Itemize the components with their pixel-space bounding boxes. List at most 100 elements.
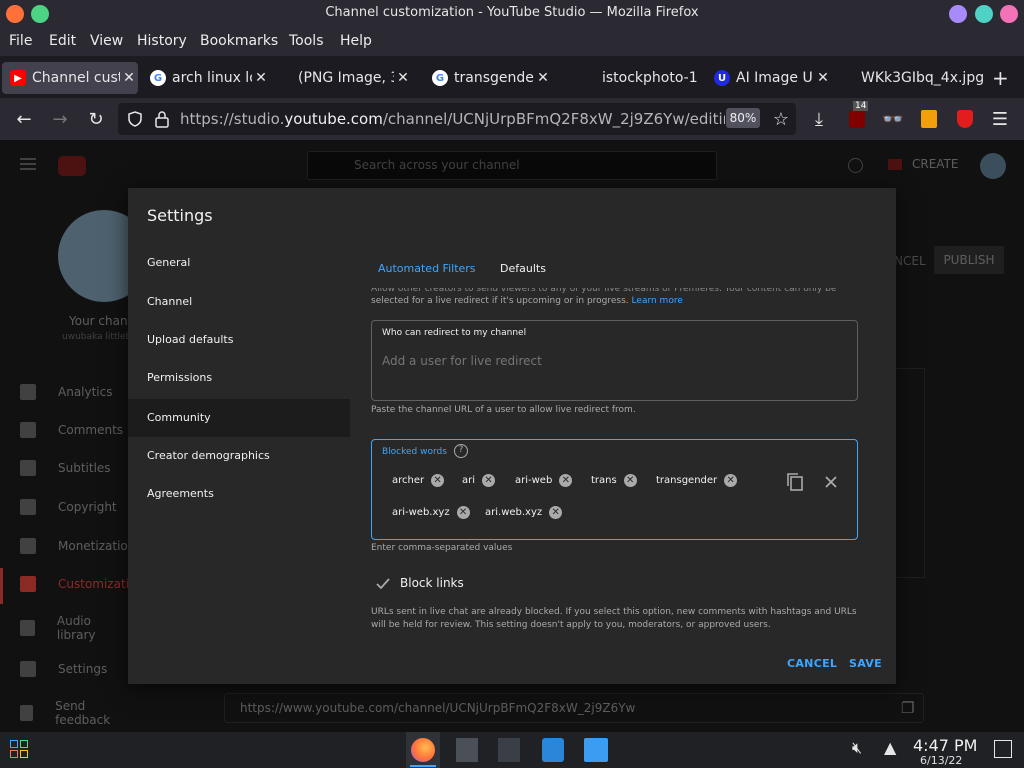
- blocked-words-label: Blocked words: [382, 447, 447, 457]
- active-app-indicator: [410, 765, 436, 767]
- settings-nav-general[interactable]: General: [128, 244, 350, 282]
- menu-tools[interactable]: Tools: [289, 33, 324, 49]
- menu-bar: File Edit View History Bookmarks Tools H…: [0, 28, 1024, 56]
- save-button[interactable]: SAVE: [849, 657, 882, 670]
- remove-chip-icon[interactable]: ✕: [482, 474, 496, 487]
- tab-close-icon[interactable]: ✕: [252, 70, 270, 86]
- app-launcher-icon[interactable]: [8, 738, 30, 760]
- copy-icon[interactable]: [786, 472, 804, 492]
- close-window-button[interactable]: [1000, 5, 1018, 23]
- downloads-icon[interactable]: ⤓: [807, 107, 831, 131]
- settings-content: Allow other creators to send viewers to …: [371, 288, 871, 633]
- block-links-checkbox[interactable]: [376, 578, 390, 590]
- settings-nav-creator-demographics[interactable]: Creator demographics: [128, 437, 350, 475]
- shield-icon[interactable]: [126, 110, 144, 128]
- tab-close-icon[interactable]: ✕: [120, 70, 138, 86]
- blocked-word-chip: ari.web.xyz ✕: [485, 506, 563, 519]
- tab-channel-customization[interactable]: ▶ Channel custo ✕: [2, 62, 138, 94]
- remove-chip-icon[interactable]: ✕: [724, 474, 738, 487]
- taskbar: 🔇︎ ▲ 4:47 PM 6/13/22: [0, 732, 1024, 768]
- volume-muted-icon[interactable]: 🔇︎: [852, 738, 878, 762]
- block-links-description: URLs sent in live chat are already block…: [371, 607, 857, 630]
- redirect-field[interactable]: Who can redirect to my channel: [371, 320, 858, 401]
- terminal-taskbar-icon[interactable]: [456, 738, 478, 762]
- tab-close-icon[interactable]: ✕: [814, 70, 832, 86]
- redirect-description: selected for a live redirect if it's upc…: [371, 296, 683, 306]
- clock-date[interactable]: 6/13/22: [920, 754, 962, 767]
- tab-ai-image-upscaler[interactable]: U AI Image Ups ✕: [706, 62, 832, 94]
- settings-title: Settings: [147, 206, 213, 225]
- notes-extension-icon[interactable]: [917, 107, 941, 131]
- store-taskbar-icon[interactable]: [542, 738, 564, 762]
- remove-chip-icon[interactable]: ✕: [559, 474, 573, 487]
- blocked-word-chip: trans ✕: [591, 474, 637, 487]
- hamburger-menu-icon[interactable]: ☰: [988, 107, 1012, 131]
- window-title: Channel customization - YouTube Studio —…: [325, 5, 699, 20]
- blocked-word-chip: ari-web ✕: [515, 474, 573, 487]
- help-icon[interactable]: ?: [454, 444, 468, 458]
- redirect-input[interactable]: [382, 354, 842, 368]
- settings-nav-community[interactable]: Community: [128, 399, 350, 437]
- tab-close-icon[interactable]: ✕: [534, 70, 552, 86]
- settings-nav-permissions[interactable]: Permissions: [128, 359, 350, 397]
- cancel-button[interactable]: CANCEL: [787, 657, 837, 670]
- menu-bookmarks[interactable]: Bookmarks: [200, 33, 278, 49]
- tray-expand-icon[interactable]: ▲: [884, 738, 910, 762]
- google-favicon-icon: G: [150, 70, 166, 86]
- settings-nav-upload-defaults[interactable]: Upload defaults: [128, 321, 350, 359]
- tab-istockphoto[interactable]: istockphoto-1: [580, 62, 704, 94]
- clock-time[interactable]: 4:47 PM: [913, 736, 977, 755]
- blocked-word-chip: transgender ✕: [656, 474, 738, 487]
- block-links-label[interactable]: Block links: [400, 576, 464, 590]
- tab-transgender[interactable]: G transgender ✕: [424, 62, 552, 94]
- ublock-extension-icon[interactable]: 14: [845, 101, 869, 131]
- blocked-words-field[interactable]: Blocked words ? archer ✕ ari ✕ ari-web ✕ tr…: [371, 439, 858, 540]
- menu-view[interactable]: View: [90, 33, 123, 49]
- minimize-button[interactable]: [949, 5, 967, 23]
- forward-button[interactable]: →: [48, 107, 72, 131]
- remove-chip-icon[interactable]: ✕: [456, 506, 470, 519]
- tab-arch-linux[interactable]: G arch linux log ✕: [142, 62, 270, 94]
- address-bar[interactable]: https://studio.youtube.com/channel/UCNjU…: [118, 103, 796, 135]
- back-button[interactable]: ←: [12, 107, 36, 131]
- tab-automated-filters[interactable]: Automated Filters: [378, 262, 476, 275]
- navigation-bar: ← → ↻ https://studio.youtube.com/channel…: [0, 98, 1024, 140]
- glasses-extension-icon[interactable]: 👓: [881, 107, 905, 131]
- blocked-word-chip: ari-web.xyz ✕: [392, 506, 470, 519]
- settings-nav-channel[interactable]: Channel: [128, 283, 350, 321]
- firefox-taskbar-icon[interactable]: [411, 738, 435, 762]
- lock-icon[interactable]: [154, 110, 170, 128]
- tab-wkk3gibq[interactable]: WKk3GIbq_4x.jpg: [840, 62, 984, 94]
- learn-more-link[interactable]: Learn more: [632, 296, 683, 306]
- tab-png-image[interactable]: (PNG Image, 300 ✕: [276, 62, 412, 94]
- blocked-words-hint: Enter comma-separated values: [371, 543, 513, 553]
- maximize-button[interactable]: [975, 5, 993, 23]
- close-icon[interactable]: [824, 475, 838, 489]
- remove-chip-icon[interactable]: ✕: [431, 474, 445, 487]
- remove-chip-icon[interactable]: ✕: [549, 506, 563, 519]
- file-manager-taskbar-icon[interactable]: [584, 738, 608, 762]
- settings-nav-agreements[interactable]: Agreements: [128, 475, 350, 513]
- show-desktop-icon[interactable]: [994, 740, 1012, 758]
- u-favicon-icon: U: [714, 70, 730, 86]
- tab-bar: ▶ Channel custo ✕ G arch linux log ✕ (PN…: [0, 58, 1024, 98]
- youtube-extension-icon[interactable]: [953, 107, 977, 131]
- new-tab-button[interactable]: +: [992, 62, 1016, 94]
- menu-edit[interactable]: Edit: [49, 33, 76, 49]
- reload-button[interactable]: ↻: [84, 107, 108, 131]
- redirect-hint: Paste the channel URL of a user to allow…: [371, 405, 636, 415]
- menu-file[interactable]: File: [9, 33, 32, 49]
- url-text: https://studio.youtube.com/channel/UCNjU…: [180, 110, 725, 128]
- bookmark-star-icon[interactable]: ☆: [769, 107, 793, 131]
- blocked-word-chip: archer ✕: [392, 474, 445, 487]
- remove-chip-icon[interactable]: ✕: [623, 474, 637, 487]
- zoom-level-badge[interactable]: 80%: [726, 108, 760, 128]
- tab-close-icon[interactable]: ✕: [394, 70, 412, 86]
- google-favicon-icon: G: [432, 70, 448, 86]
- settings-dialog: Settings General Channel Upload defaults…: [128, 188, 896, 684]
- system-monitor-taskbar-icon[interactable]: [498, 738, 520, 762]
- menu-history[interactable]: History: [137, 33, 187, 49]
- menu-help[interactable]: Help: [340, 33, 372, 49]
- tab-defaults[interactable]: Defaults: [500, 262, 546, 275]
- youtube-favicon-icon: ▶: [10, 70, 26, 86]
